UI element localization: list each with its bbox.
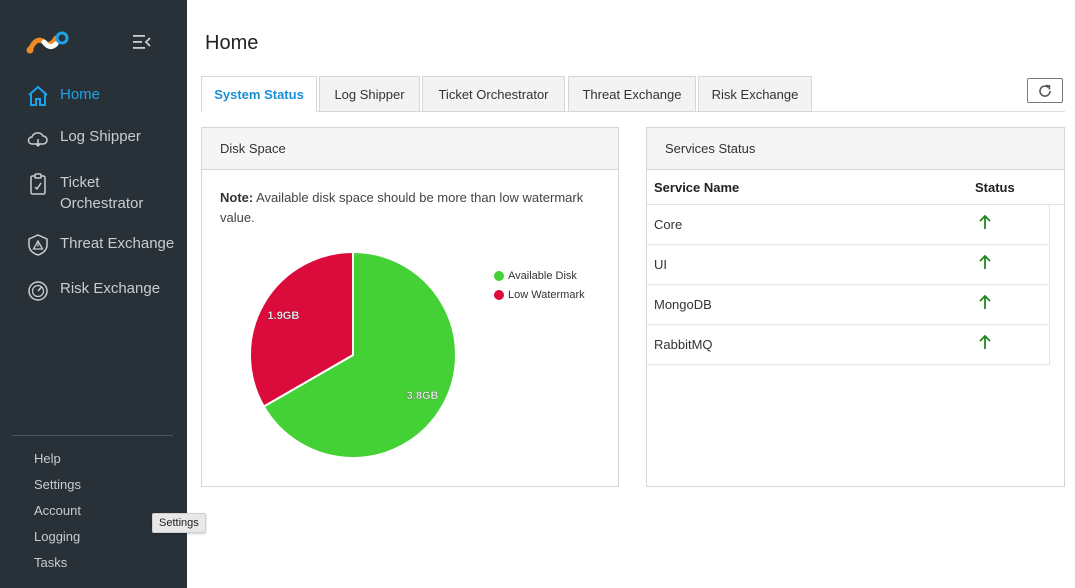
sidebar-divider [12, 435, 173, 436]
legend-swatch [494, 270, 504, 281]
column-status: Status [975, 180, 1015, 195]
page-title: Home [205, 32, 259, 54]
service-name: RabbitMQ [654, 337, 713, 352]
legend-swatch [494, 289, 504, 300]
disk-note: Note: Available disk space should be mor… [220, 188, 600, 228]
services-status-header: Services Status [647, 128, 1064, 170]
collapse-menu-icon[interactable] [133, 34, 151, 50]
disk-space-header: Disk Space [202, 128, 618, 170]
status-up-arrow-icon [979, 254, 991, 269]
tab-ticket-orchestrator[interactable]: Ticket Orchestrator [422, 76, 565, 112]
tab-bar: System Status Log Shipper Ticket Orchest… [201, 76, 1065, 112]
clipboard-icon [30, 173, 46, 195]
status-up-arrow-icon [979, 334, 991, 349]
logging-link[interactable]: Logging [34, 529, 80, 544]
sidebar-item-log-shipper[interactable]: Log Shipper [26, 126, 141, 150]
sidebar-item-ticket-orchestrator[interactable]: Ticket Orchestrator [26, 172, 143, 214]
warning-shield-icon [28, 234, 48, 256]
status-up-arrow-icon [979, 214, 991, 229]
services-table-header: Service Name Status [647, 170, 1064, 205]
disk-pie-chart: 3.8GB 1.9GB [249, 250, 457, 459]
sidebar-item-label: Threat Exchange [60, 235, 175, 252]
service-name: UI [654, 257, 667, 272]
table-row: UI [647, 245, 1049, 285]
account-link[interactable]: Account [34, 503, 81, 518]
legend-label: Low Watermark [508, 288, 585, 301]
tab-risk-exchange[interactable]: Risk Exchange [698, 76, 812, 112]
help-link[interactable]: Help [34, 451, 61, 466]
pie-legend: Available Disk Low Watermark [494, 266, 585, 304]
note-label: Note: [220, 190, 254, 205]
app-logo[interactable] [26, 30, 72, 56]
table-row: Core [647, 205, 1049, 245]
pie-data-label: 3.8GB [407, 390, 439, 402]
legend-label: Available Disk [508, 269, 577, 282]
tab-log-shipper[interactable]: Log Shipper [319, 76, 420, 112]
refresh-button[interactable] [1027, 78, 1063, 103]
tasks-link[interactable]: Tasks [34, 555, 67, 570]
sidebar-item-label: Risk Exchange [60, 280, 161, 297]
tab-system-status[interactable]: System Status [201, 76, 317, 112]
table-row: RabbitMQ [647, 325, 1049, 365]
service-name: MongoDB [654, 297, 712, 312]
sidebar-item-label: Home [60, 86, 101, 103]
legend-item[interactable]: Available Disk [494, 266, 585, 285]
note-text: Available disk space should be more than… [220, 190, 584, 225]
sidebar-item-label: Ticket Orchestrator [60, 174, 144, 212]
cloud-icon [27, 132, 48, 148]
settings-tooltip: Settings [152, 513, 206, 533]
home-icon [28, 85, 48, 106]
sidebar-item-label: Log Shipper [60, 128, 141, 145]
services-status-panel: Services Status Service Name Status Core… [646, 127, 1065, 487]
disk-space-panel: Disk Space Note: Available disk space sh… [201, 127, 619, 487]
tab-threat-exchange[interactable]: Threat Exchange [568, 76, 696, 112]
sidebar-item-home[interactable]: Home [26, 84, 100, 108]
status-up-arrow-icon [979, 294, 991, 309]
gauge-icon [28, 281, 48, 301]
table-row: MongoDB [647, 285, 1049, 325]
refresh-icon [1039, 84, 1051, 97]
service-name: Core [654, 217, 683, 232]
legend-item[interactable]: Low Watermark [494, 285, 585, 304]
settings-link[interactable]: Settings [34, 477, 81, 492]
sidebar-item-risk-exchange[interactable]: Risk Exchange [26, 278, 160, 302]
sidebar: Home Log Shipper Ticket Orchestrator Thr… [0, 0, 187, 588]
services-table-body: Core UI MongoDB RabbitMQ [647, 205, 1050, 365]
column-service-name: Service Name [654, 180, 740, 195]
sidebar-item-threat-exchange[interactable]: Threat Exchange [26, 233, 174, 257]
pie-data-label: 1.9GB [268, 310, 300, 322]
